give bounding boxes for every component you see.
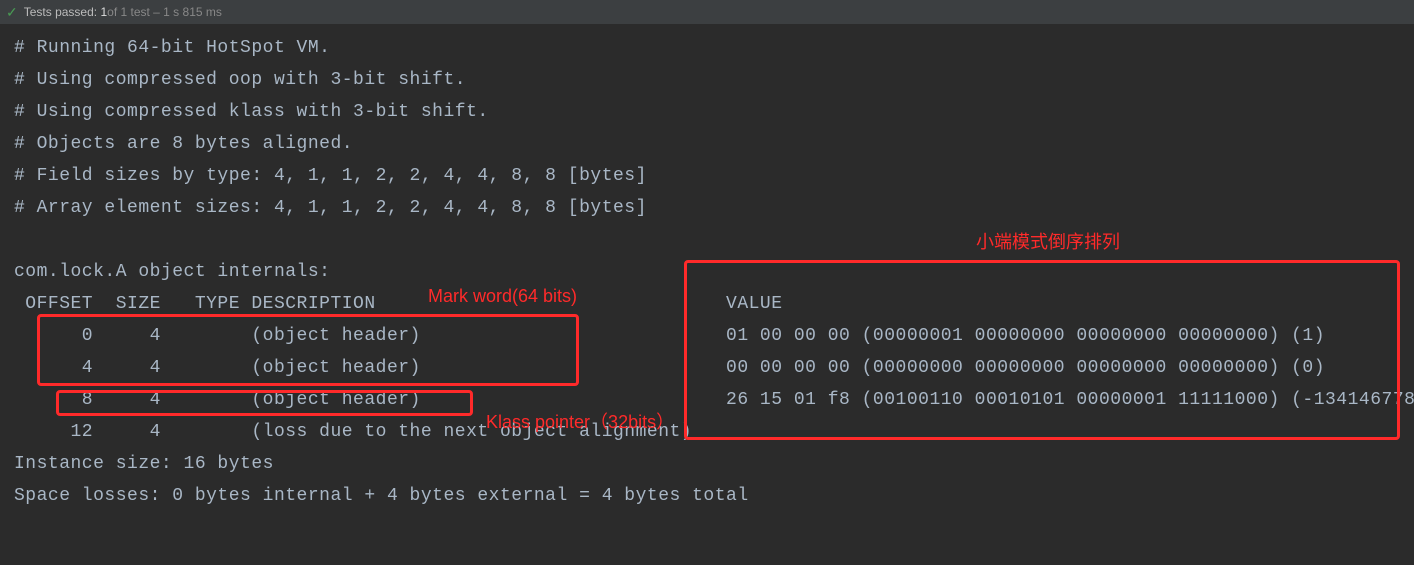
test-status-bar: ✓ Tests passed: 1 of 1 test – 1 s 815 ms	[0, 0, 1414, 24]
console-output[interactable]: # Running 64-bit HotSpot VM. # Using com…	[0, 24, 1414, 520]
check-icon: ✓	[6, 4, 18, 21]
tests-passed-label: Tests passed:	[24, 5, 97, 19]
tests-passed-count: 1	[100, 5, 107, 19]
tests-passed-rest: of 1 test – 1 s 815 ms	[107, 5, 222, 19]
